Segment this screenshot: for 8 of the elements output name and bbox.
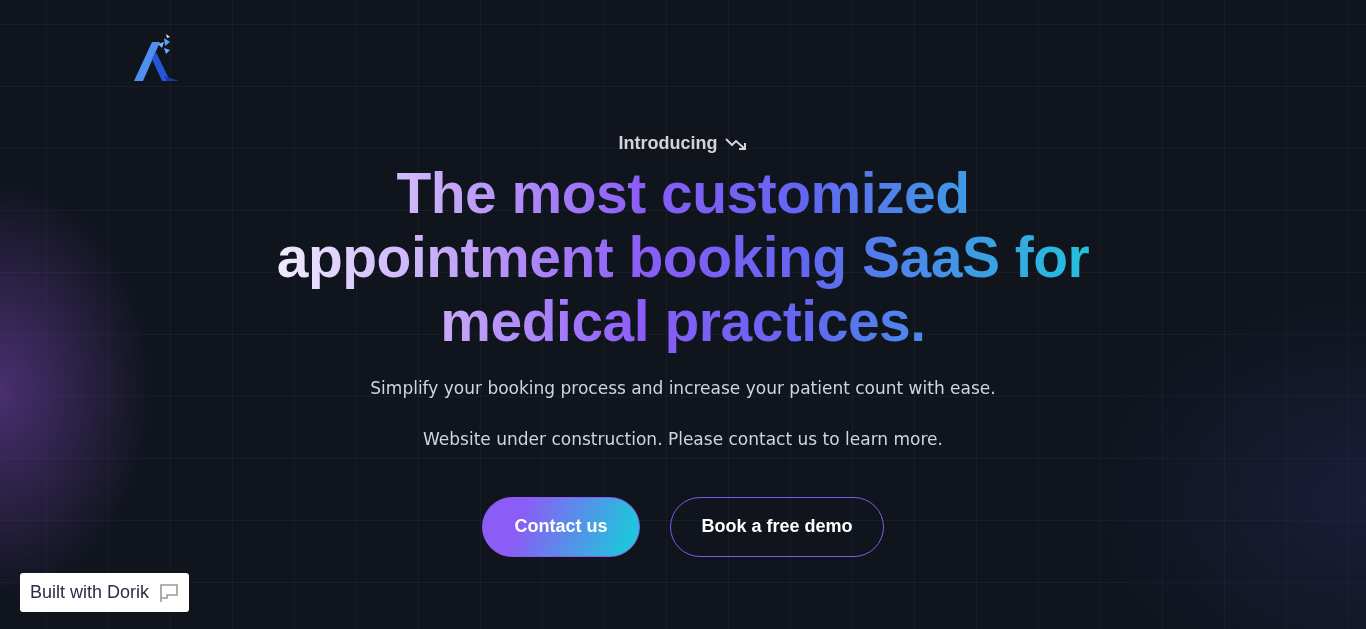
built-with-badge[interactable]: Built with Dorik bbox=[20, 573, 190, 612]
subtitle: Simplify your booking process and increase your patient count with ease. bbox=[369, 377, 997, 400]
logo-icon[interactable] bbox=[134, 34, 180, 82]
construction-note: Website under construction. Please contact us to learn more. bbox=[422, 428, 944, 451]
flag-icon bbox=[159, 582, 180, 603]
contact-button[interactable]: Contact us bbox=[482, 496, 640, 557]
trend-down-arrow-icon bbox=[725, 136, 748, 151]
eyebrow-text: Introducing bbox=[618, 132, 718, 155]
